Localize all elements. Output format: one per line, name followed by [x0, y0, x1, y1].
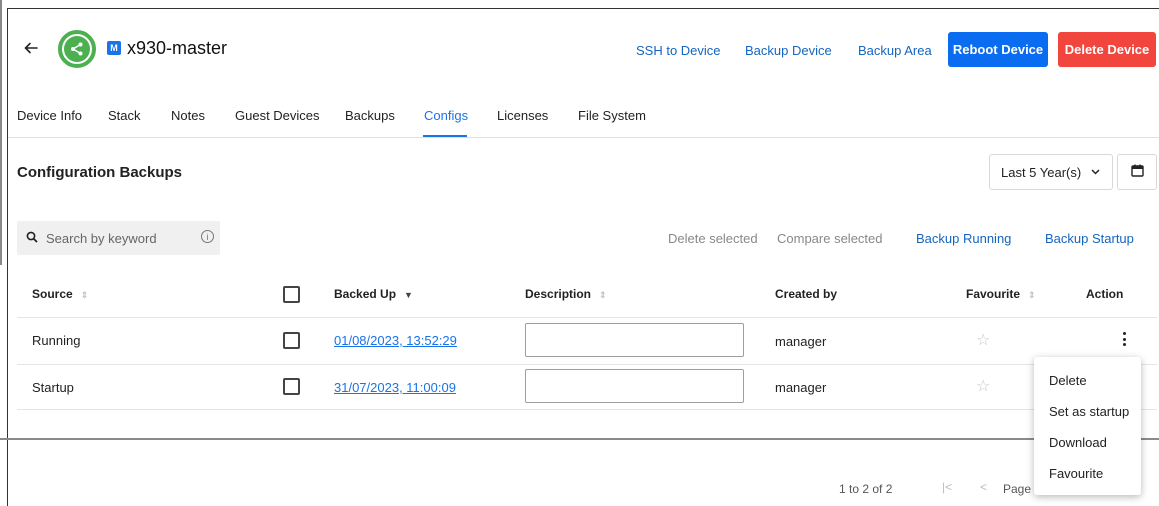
more-vertical-icon[interactable] [1118, 330, 1130, 348]
delete-selected-button[interactable]: Delete selected [668, 231, 758, 246]
row-created-by: manager [775, 334, 827, 349]
viewport-divider [0, 438, 1159, 440]
sort-descending-icon: ▼ [404, 290, 413, 300]
row-action-menu: Delete Set as startup Download Favourite [1034, 357, 1141, 495]
sort-icon: ⇕ [80, 290, 89, 300]
date-range-value: Last 5 Year(s) [1001, 164, 1082, 180]
backup-startup-button[interactable]: Backup Startup [1045, 231, 1134, 246]
star-outline-icon[interactable]: ☆ [976, 376, 990, 396]
calendar-button[interactable] [1117, 154, 1157, 190]
column-description-label: Description [525, 287, 592, 301]
frame-left-border [7, 8, 8, 506]
tab-licenses[interactable]: Licenses [497, 108, 548, 123]
column-created-by[interactable]: Created by [775, 287, 837, 301]
backup-timestamp-link[interactable]: 31/07/2023, 11:00:09 [334, 380, 456, 395]
tab-backups[interactable]: Backups [345, 108, 395, 123]
device-role-badge: M [107, 41, 121, 55]
row-source: Startup [32, 380, 74, 395]
chevron-down-icon [1091, 167, 1100, 178]
first-page-icon[interactable]: |< [942, 480, 952, 494]
compare-selected-button[interactable]: Compare selected [777, 231, 883, 246]
previous-page-icon[interactable]: < [980, 480, 987, 494]
search-icon [26, 231, 38, 246]
description-input[interactable] [525, 369, 744, 403]
section-title: Configuration Backups [17, 164, 183, 181]
reboot-device-button[interactable]: Reboot Device [948, 32, 1048, 67]
pagination-count: 1 to 2 of 2 [839, 482, 893, 496]
tab-notes[interactable]: Notes [171, 108, 205, 123]
menu-item-set-as-startup[interactable]: Set as startup [1049, 404, 1129, 419]
row-divider [17, 409, 1157, 410]
backup-running-button[interactable]: Backup Running [916, 231, 1011, 246]
column-backed-up[interactable]: Backed Up ▼ [334, 287, 413, 301]
back-arrow-icon[interactable] [24, 36, 44, 62]
delete-device-button[interactable]: Delete Device [1058, 32, 1156, 67]
calendar-icon [1130, 164, 1144, 180]
tab-stack[interactable]: Stack [108, 108, 141, 123]
page-label: Page [1003, 482, 1032, 496]
menu-item-download[interactable]: Download [1049, 435, 1107, 450]
column-action: Action [1086, 287, 1124, 301]
star-outline-icon[interactable]: ☆ [976, 330, 990, 350]
device-status-icon [58, 30, 96, 68]
column-favourite[interactable]: Favourite ⇕ [966, 287, 1036, 301]
share-icon [64, 36, 90, 62]
menu-item-delete[interactable]: Delete [1049, 373, 1087, 388]
tab-guest-devices[interactable]: Guest Devices [235, 108, 320, 123]
column-favourite-label: Favourite [966, 287, 1021, 301]
description-input[interactable] [525, 323, 744, 357]
tab-configs[interactable]: Configs [424, 108, 468, 123]
date-range-select[interactable]: Last 5 Year(s) [989, 154, 1113, 190]
sort-icon: ⇕ [1028, 290, 1036, 300]
tab-device-info[interactable]: Device Info [17, 108, 82, 123]
ssh-to-device-link[interactable]: SSH to Device [636, 43, 721, 58]
row-created-by: manager [775, 380, 827, 395]
select-all-checkbox[interactable] [283, 286, 300, 303]
row-divider [17, 364, 1157, 365]
row-checkbox[interactable] [283, 332, 300, 349]
frame-top-border [7, 8, 1159, 9]
search-input[interactable] [46, 230, 196, 246]
tab-divider [8, 137, 1159, 138]
backup-area-link[interactable]: Backup Area [858, 43, 932, 58]
menu-item-favourite[interactable]: Favourite [1049, 466, 1103, 481]
left-edge-line [0, 0, 2, 265]
row-checkbox[interactable] [283, 378, 300, 395]
device-name: x930-master [127, 38, 228, 58]
column-source[interactable]: Source ⇕ [32, 287, 88, 301]
backup-device-link[interactable]: Backup Device [745, 43, 832, 58]
search-box[interactable] [17, 221, 220, 255]
backup-timestamp-link[interactable]: 01/08/2023, 13:52:29 [334, 333, 457, 348]
column-description[interactable]: Description ⇕ [525, 287, 607, 301]
tab-file-system[interactable]: File System [578, 108, 646, 123]
row-source: Running [32, 333, 81, 348]
column-source-label: Source [32, 287, 73, 301]
column-backed-up-label: Backed Up [334, 287, 397, 301]
row-divider [17, 317, 1157, 318]
sort-icon: ⇕ [599, 290, 607, 300]
info-icon[interactable]: i [201, 230, 214, 243]
